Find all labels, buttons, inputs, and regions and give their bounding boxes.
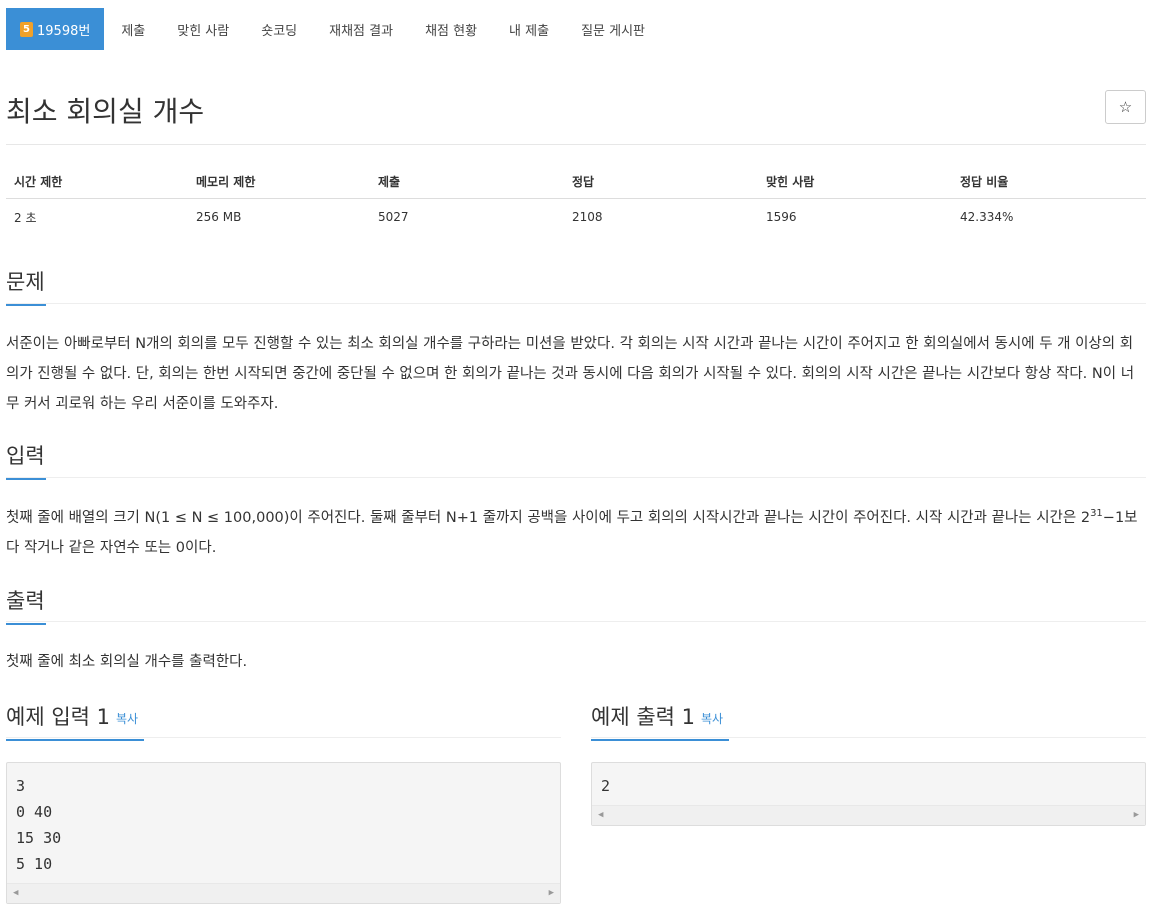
section-divider xyxy=(591,737,1146,738)
copy-output-button[interactable]: 복사 xyxy=(701,712,723,726)
info-value-row: 2 초 256 MB 5027 2108 1596 42.334% xyxy=(6,199,1146,235)
sample-input-line: 0 40 xyxy=(16,803,53,821)
sample-input-line: 3 xyxy=(16,777,26,795)
input-description-part1: 첫째 줄에 배열의 크기 N(1 ≤ N ≤ 100,000)이 주어진다. 둘… xyxy=(6,510,1081,526)
section-underline xyxy=(6,739,144,741)
header-accepted: 정답 xyxy=(572,174,595,189)
section-divider xyxy=(6,737,561,738)
input-section-heading: 입력 xyxy=(6,440,46,480)
copy-input-button[interactable]: 복사 xyxy=(116,712,138,726)
scroll-right-icon[interactable]: ▶ xyxy=(1134,810,1139,820)
section-divider xyxy=(6,303,1146,304)
nav-my-submissions[interactable]: 내 제출 xyxy=(494,8,564,50)
nav-submit[interactable]: 제출 xyxy=(106,8,160,50)
output-description: 첫째 줄에 최소 회의실 개수를 출력한다. xyxy=(6,654,248,670)
sample-input-box[interactable]: 3 0 40 15 30 5 10 ◀ ▶ xyxy=(6,762,561,904)
header-solved-users: 맞힌 사람 xyxy=(766,174,815,189)
problem-id-label: 19598번 xyxy=(37,23,91,39)
value-memory-limit: 256 MB xyxy=(196,210,242,224)
nav-short-coding[interactable]: 숏코딩 xyxy=(246,8,312,50)
input-description-exponent: 31 xyxy=(1090,508,1103,520)
problem-section-heading: 문제 xyxy=(6,266,46,306)
sample-output-lines: 2 xyxy=(592,763,1145,799)
star-icon: ☆ xyxy=(1118,98,1133,116)
problem-info-table: 시간 제한 메모리 제한 제출 정답 맞힌 사람 정답 비율 2 초 256 M… xyxy=(6,164,1146,235)
problem-nav: 5 19598번 제출 맞힌 사람 숏코딩 재채점 결과 채점 현황 내 제출 … xyxy=(6,8,660,50)
header-submissions: 제출 xyxy=(378,174,401,189)
sample-input-title: 예제 입력 1 xyxy=(6,705,110,729)
sample-output-title: 예제 출력 1 xyxy=(591,705,695,729)
value-solved-users: 1596 xyxy=(766,210,797,224)
section-underline xyxy=(6,478,46,480)
problem-title: 최소 회의실 개수 xyxy=(6,95,205,128)
output-section-heading: 출력 xyxy=(6,585,46,625)
horizontal-scrollbar[interactable]: ◀ ▶ xyxy=(7,883,560,903)
sample-output-box[interactable]: 2 ◀ ▶ xyxy=(591,762,1146,826)
section-divider xyxy=(6,477,1146,478)
header-memory-limit: 메모리 제한 xyxy=(196,174,256,189)
sample-input-heading: 예제 입력 1 복사 xyxy=(6,701,144,741)
nav-solved-users[interactable]: 맞힌 사람 xyxy=(162,8,244,50)
sample-output-line: 2 xyxy=(601,777,611,795)
value-submissions: 5027 xyxy=(378,210,409,224)
scroll-left-icon[interactable]: ◀ xyxy=(13,888,18,898)
input-section-title: 입력 xyxy=(6,444,45,468)
input-description-base: 2 xyxy=(1080,510,1091,526)
sample-input-line: 15 30 xyxy=(16,829,62,847)
header-time-limit: 시간 제한 xyxy=(14,174,63,189)
sample-input-lines: 3 0 40 15 30 5 10 xyxy=(7,763,560,877)
nav-problem-id[interactable]: 5 19598번 xyxy=(6,8,105,50)
nav-status[interactable]: 채점 현황 xyxy=(410,8,492,50)
section-underline xyxy=(6,304,46,306)
scroll-left-icon[interactable]: ◀ xyxy=(598,810,603,820)
value-time-limit: 2 초 xyxy=(14,210,37,225)
problem-description: 서준이는 아빠로부터 N개의 회의를 모두 진행할 수 있는 최소 회의실 개수… xyxy=(6,336,1135,412)
favorite-button[interactable]: ☆ xyxy=(1105,90,1146,124)
section-underline xyxy=(6,623,46,625)
sample-output-heading: 예제 출력 1 복사 xyxy=(591,701,729,741)
info-header-row: 시간 제한 메모리 제한 제출 정답 맞힌 사람 정답 비율 xyxy=(6,164,1146,199)
scroll-right-icon[interactable]: ▶ xyxy=(549,888,554,898)
value-accept-ratio: 42.334% xyxy=(960,210,1014,224)
section-underline xyxy=(591,739,729,741)
problem-section-title: 문제 xyxy=(6,270,45,294)
header-accept-ratio: 정답 비율 xyxy=(960,174,1009,189)
title-divider xyxy=(6,144,1146,145)
sample-input-line: 5 10 xyxy=(16,855,53,873)
nav-rejudge[interactable]: 재채점 결과 xyxy=(314,8,408,50)
output-section-title: 출력 xyxy=(6,589,45,613)
tier-badge-icon: 5 xyxy=(20,21,33,37)
horizontal-scrollbar[interactable]: ◀ ▶ xyxy=(592,805,1145,825)
section-divider xyxy=(6,621,1146,622)
nav-board[interactable]: 질문 게시판 xyxy=(566,8,660,50)
value-accepted: 2108 xyxy=(572,210,603,224)
input-description: 첫째 줄에 배열의 크기 N(1 ≤ N ≤ 100,000)이 주어진다. 둘… xyxy=(6,503,1146,563)
